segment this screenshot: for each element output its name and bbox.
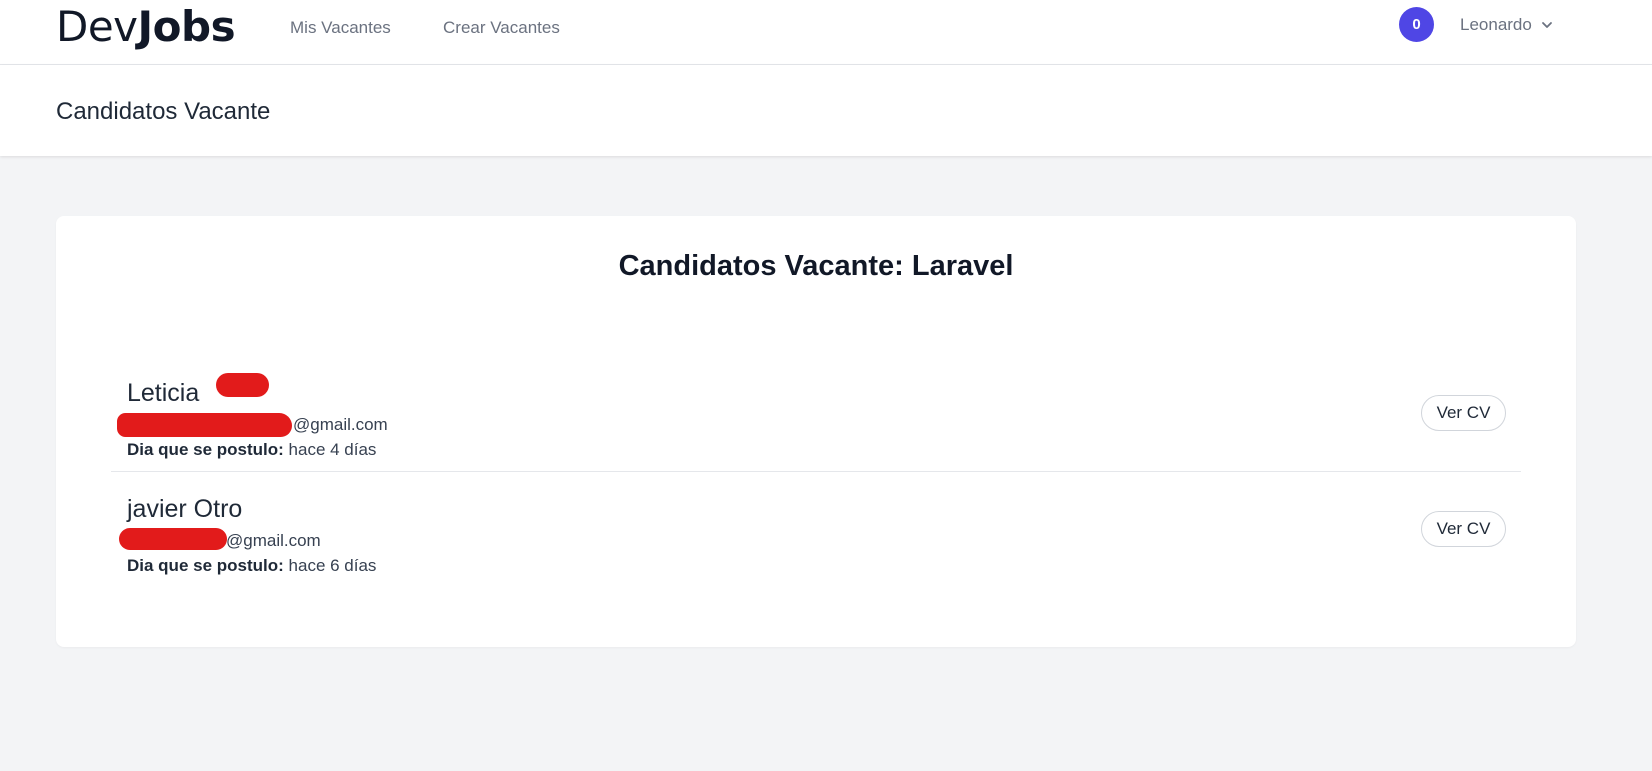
candidate-date: Dia que se postulo: hace 4 días — [127, 439, 376, 461]
candidate-name: Leticia — [127, 379, 200, 407]
candidate-list: Leticia @gmail.com Dia que se postulo: h… — [111, 356, 1521, 588]
page-title: Candidatos Vacante — [56, 98, 271, 125]
ver-cv-button[interactable]: Ver CV — [1421, 511, 1506, 547]
candidate-email: @gmail.com — [293, 414, 388, 436]
top-nav: DevJobs Mis Vacantes Crear Vacantes 0 Le… — [0, 0, 1652, 65]
logo-jobs: Jobs — [137, 2, 236, 51]
date-value: hace 6 días — [288, 556, 377, 575]
redaction-mark — [119, 528, 227, 550]
candidate-email: @gmail.com — [226, 530, 321, 552]
page-header: Candidatos Vacante — [0, 65, 1652, 156]
notifications-badge[interactable]: 0 — [1399, 7, 1434, 42]
candidate-name: javier Otro — [127, 495, 243, 523]
user-menu-button[interactable]: Leonardo — [1460, 13, 1554, 37]
nav-link-crear-vacantes[interactable]: Crear Vacantes — [443, 17, 560, 39]
ver-cv-button[interactable]: Ver CV — [1421, 395, 1506, 431]
date-label: Dia que se postulo: — [127, 440, 284, 459]
redaction-mark — [117, 413, 292, 437]
devjobs-logo[interactable]: DevJobs — [56, 2, 236, 51]
candidate-email-domain: @gmail.com — [226, 531, 321, 550]
logo-dev: Dev — [56, 2, 138, 51]
redaction-mark — [216, 373, 269, 397]
candidates-card: Candidatos Vacante: Laravel Leticia @gma… — [56, 216, 1576, 647]
candidate-date: Dia que se postulo: hace 6 días — [127, 555, 376, 577]
candidate-row: javier Otro @gmail.com Dia que se postul… — [111, 472, 1521, 588]
nav-link-mis-vacantes[interactable]: Mis Vacantes — [290, 17, 391, 39]
candidate-email-domain: @gmail.com — [293, 415, 388, 434]
card-title: Candidatos Vacante: Laravel — [618, 250, 1014, 282]
date-value: hace 4 días — [288, 440, 377, 459]
user-name: Leonardo — [1460, 15, 1532, 34]
date-label: Dia que se postulo: — [127, 556, 284, 575]
chevron-down-icon — [1541, 22, 1552, 28]
candidate-row: Leticia @gmail.com Dia que se postulo: h… — [111, 356, 1521, 472]
